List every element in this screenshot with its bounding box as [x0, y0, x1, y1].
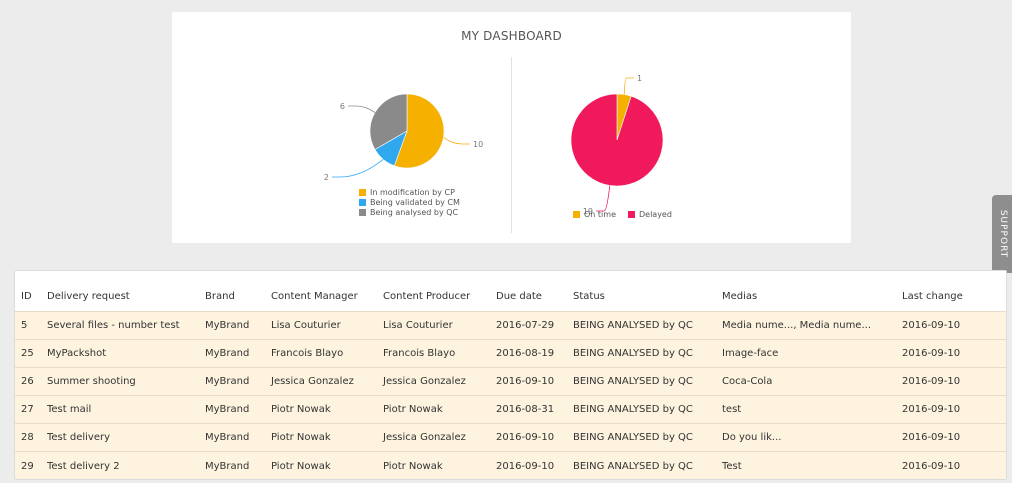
cell-delivery-request: Test mail	[47, 404, 92, 416]
cell-delivery-request: MyPackshot	[47, 347, 107, 359]
pie-data-label: 2	[324, 173, 329, 182]
cell-delivery-request: Test delivery 2	[47, 460, 120, 472]
legend-label[interactable]: In modification by CP	[370, 188, 455, 197]
cell-due-date: 2016-08-19	[496, 347, 555, 359]
cell-delivery-request: Test delivery	[47, 432, 111, 444]
cell-content-manager: Piotr Nowak	[271, 404, 331, 416]
cell-last-change: 2016-09-10	[902, 347, 961, 359]
legend-swatch[interactable]	[627, 211, 635, 218]
header-last-change[interactable]: Last change	[896, 271, 1006, 311]
cell-content-manager: Lisa Couturier	[271, 319, 341, 331]
cell-last-change: 2016-09-10	[902, 375, 961, 387]
table-row[interactable]: 29 Test delivery 2 MyBrand Piotr Nowak Piotr…	[15, 451, 1006, 479]
cell-content-manager: Piotr Nowak	[271, 432, 331, 444]
pie-data-label: 10	[473, 140, 483, 149]
legend-label[interactable]: On time	[584, 210, 616, 219]
support-tab[interactable]: SUPPORT	[992, 195, 1012, 273]
cell-content-producer: Lisa Couturier	[383, 319, 453, 331]
cell-medias: Test	[722, 460, 742, 472]
cell-due-date: 2016-09-10	[496, 432, 555, 444]
cell-brand: MyBrand	[205, 347, 250, 359]
cell-due-date: 2016-08-31	[496, 404, 555, 416]
header-status[interactable]: Status	[567, 271, 716, 311]
dashboard-charts: 10 2 6 In modification by CPBeing validated…	[324, 74, 672, 219]
delivery-table-card: ID Delivery request Brand Content Manage…	[14, 270, 1007, 480]
pie-data-label: 6	[340, 102, 345, 111]
header-medias[interactable]: Medias	[716, 271, 896, 311]
header-content-producer[interactable]: Content Producer	[377, 271, 490, 311]
legend-swatch[interactable]	[573, 211, 580, 218]
cell-last-change: 2016-09-10	[902, 404, 961, 416]
legend-swatch[interactable]	[359, 189, 366, 196]
support-tab-label: SUPPORT	[998, 209, 1008, 259]
pie-leader-line	[623, 77, 634, 95]
table-row[interactable]: 27 Test mail MyBrand Piotr Nowak Piotr Nowak…	[15, 395, 1006, 424]
cell-delivery-request: Several files - number test	[47, 319, 180, 331]
legend-label[interactable]: Being validated by CM	[370, 198, 460, 207]
cell-id: 27	[21, 404, 34, 416]
table-row[interactable]: 25 MyPackshot MyBrand Francois Blayo Francoi…	[15, 339, 1006, 368]
cell-medias: Image-face	[722, 347, 779, 359]
cell-id: 29	[21, 460, 34, 472]
cell-id: 25	[21, 347, 34, 359]
table-row[interactable]: 26 Summer shooting MyBrand Jessica Gonzalez…	[15, 367, 1006, 396]
cell-brand: MyBrand	[205, 375, 250, 387]
cell-brand: MyBrand	[205, 404, 250, 416]
pie-leader-line	[348, 105, 376, 113]
cell-medias: Media nume..., Media nume...	[722, 319, 871, 331]
cell-delivery-request: Summer shooting	[47, 375, 136, 387]
dashboard-card: MY DASHBOARD 10 2 6 In modification by CP Be…	[172, 12, 851, 243]
table-row[interactable]: 5 Several files - number test MyBrand Lisa …	[15, 311, 1006, 340]
cell-medias: test	[722, 404, 742, 416]
cell-brand: MyBrand	[205, 319, 250, 331]
table-header-row: ID Delivery request Brand Content Manage…	[15, 271, 1006, 311]
legend-swatch[interactable]	[359, 209, 366, 216]
cell-due-date: 2016-07-29	[496, 319, 555, 331]
pie-slice[interactable]	[570, 93, 664, 187]
cell-status: BEING ANALYSED by QC	[573, 404, 693, 416]
cell-medias: Do you lik...	[722, 432, 782, 444]
cell-id: 28	[21, 432, 34, 444]
pie-data-label: 1	[637, 74, 642, 83]
pie-leader-line	[332, 158, 384, 178]
pie-leader-line	[596, 185, 611, 212]
cell-content-manager: Piotr Nowak	[271, 460, 331, 472]
cell-content-producer: Francois Blayo	[383, 347, 456, 359]
cell-status: BEING ANALYSED by QC	[573, 375, 693, 387]
legend-label[interactable]: Being analysed by QC	[370, 208, 459, 217]
cell-due-date: 2016-09-10	[496, 460, 555, 472]
cell-content-producer: Piotr Nowak	[383, 404, 443, 416]
cell-status: BEING ANALYSED by QC	[573, 319, 693, 331]
pie-leader-line	[443, 137, 470, 145]
cell-status: BEING ANALYSED by QC	[573, 460, 693, 472]
delivery-table: ID Delivery request Brand Content Manage…	[15, 271, 1006, 479]
cell-brand: MyBrand	[205, 432, 250, 444]
header-due-date[interactable]: Due date	[490, 271, 567, 311]
cell-last-change: 2016-09-10	[902, 432, 961, 444]
header-delivery-request[interactable]: Delivery request	[41, 271, 199, 311]
cell-status: BEING ANALYSED by QC	[573, 347, 693, 359]
cell-id: 26	[21, 375, 34, 387]
cell-medias: Coca-Cola	[722, 375, 773, 387]
cell-status: BEING ANALYSED by QC	[573, 432, 693, 444]
cell-due-date: 2016-09-10	[496, 375, 555, 387]
cell-content-producer: Jessica Gonzalez	[383, 375, 466, 387]
cell-content-producer: Piotr Nowak	[383, 460, 443, 472]
cell-content-manager: Jessica Gonzalez	[271, 375, 354, 387]
cell-id: 5	[21, 319, 28, 331]
cell-content-producer: Jessica Gonzalez	[383, 432, 466, 444]
cell-content-manager: Francois Blayo	[271, 347, 344, 359]
table-row[interactable]: 28 Test delivery MyBrand Piotr Nowak Jessica…	[15, 423, 1006, 452]
header-brand[interactable]: Brand	[199, 271, 265, 311]
legend-swatch[interactable]	[359, 199, 366, 206]
table-body: 5 Several files - number test MyBrand Lisa …	[15, 311, 1006, 479]
cell-last-change: 2016-09-10	[902, 319, 961, 331]
cell-brand: MyBrand	[205, 460, 250, 472]
header-content-manager[interactable]: Content Manager	[265, 271, 377, 311]
header-id[interactable]: ID	[15, 271, 41, 311]
legend-label[interactable]: Delayed	[639, 210, 672, 219]
cell-last-change: 2016-09-10	[902, 460, 961, 472]
